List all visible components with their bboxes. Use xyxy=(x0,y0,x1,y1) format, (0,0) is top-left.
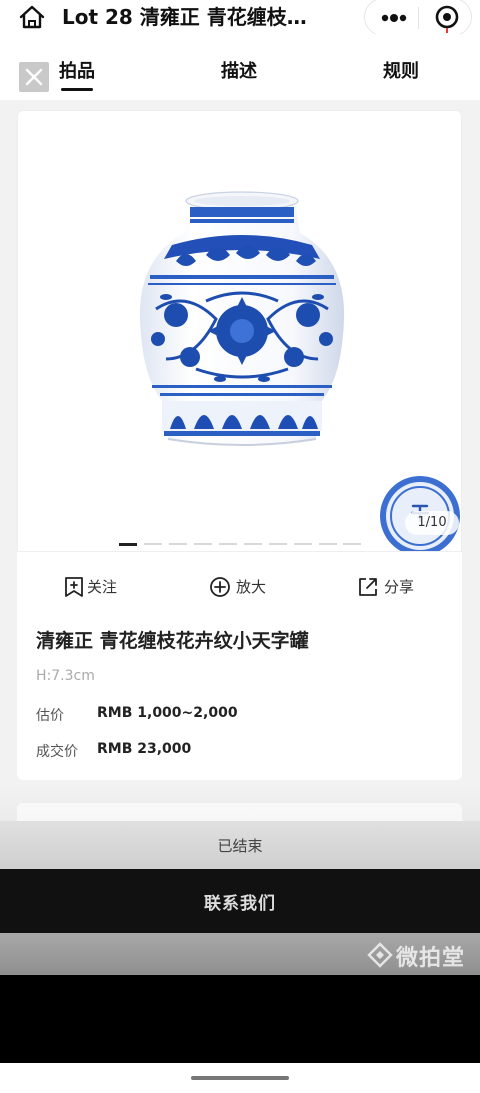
estimate-label: 估价 xyxy=(36,708,64,724)
carousel-dot[interactable] xyxy=(319,543,337,545)
home-icon[interactable] xyxy=(18,4,46,30)
lot-card: 1/10 关注 放大 分享 清雍正 青花缠枝花卉纹小天字罐 H:7.3cm 估价… xyxy=(17,110,462,780)
capsule-divider xyxy=(418,7,419,29)
carousel-dots xyxy=(119,543,361,546)
share-icon xyxy=(359,578,377,596)
watermark-logo: 微拍堂 xyxy=(366,939,476,971)
page-title: Lot 28 清雍正 青花缠枝… xyxy=(62,5,307,29)
tab-lot[interactable]: 拍品 xyxy=(59,60,95,84)
sold-price-label: 成交价 xyxy=(36,744,78,760)
sold-price-value: RMB 23,000 xyxy=(97,741,192,757)
carousel-dot[interactable] xyxy=(144,543,162,545)
carousel-dot[interactable] xyxy=(294,543,312,545)
watermark-logo-icon xyxy=(367,942,393,968)
action-row: 关注 放大 分享 xyxy=(17,562,462,612)
lot-dimension: H:7.3cm xyxy=(36,668,95,684)
home-indicator[interactable] xyxy=(191,1076,289,1080)
follow-label: 关注 xyxy=(87,578,118,596)
close-icon xyxy=(25,68,43,86)
carousel-dot[interactable] xyxy=(269,543,287,545)
contact-us-button[interactable]: 联系我们 xyxy=(0,869,480,933)
tab-description[interactable]: 描述 xyxy=(221,60,257,84)
carousel-dot[interactable] xyxy=(244,543,262,545)
tab-rules[interactable]: 规则 xyxy=(383,60,419,84)
auction-ended-text: 已结束 xyxy=(217,837,263,855)
follow-button[interactable]: 关注 xyxy=(64,574,134,600)
active-tab-indicator xyxy=(61,88,93,91)
mini-program-capsule xyxy=(364,0,472,36)
watermark-text: 微拍堂 xyxy=(396,946,466,971)
zoom-label: 放大 xyxy=(236,578,267,596)
carousel-dot[interactable] xyxy=(119,543,137,546)
close-button[interactable] xyxy=(19,62,49,92)
top-navigation-bar: Lot 28 清雍正 青花缠枝… xyxy=(0,0,480,36)
carousel-dot[interactable] xyxy=(169,543,187,545)
contact-us-label: 联系我们 xyxy=(204,894,276,914)
carousel-dot[interactable] xyxy=(219,543,237,545)
share-label: 分享 xyxy=(384,578,415,596)
auction-status-bar: 已结束 xyxy=(0,821,480,869)
tab-bar: 拍品 描述 规则 xyxy=(0,34,480,100)
bottom-dark-area xyxy=(0,975,480,1063)
more-dots-icon[interactable] xyxy=(373,7,413,29)
bookmark-plus-icon xyxy=(65,577,83,597)
share-button[interactable]: 分享 xyxy=(357,574,427,600)
scan-target-icon[interactable] xyxy=(433,3,461,33)
porcelain-jar-image xyxy=(139,191,345,446)
carousel-dot[interactable] xyxy=(343,543,361,545)
carousel-dot[interactable] xyxy=(194,543,212,545)
watermark-strip: 微拍堂 xyxy=(0,933,480,975)
estimate-value: RMB 1,000~2,000 xyxy=(97,705,238,721)
plus-circle-icon xyxy=(210,577,230,597)
image-carousel[interactable]: 1/10 xyxy=(17,110,462,552)
image-counter: 1/10 xyxy=(405,511,459,535)
safe-area xyxy=(0,1063,480,1093)
lot-title: 清雍正 青花缠枝花卉纹小天字罐 xyxy=(36,630,309,652)
zoom-button[interactable]: 放大 xyxy=(209,574,279,600)
